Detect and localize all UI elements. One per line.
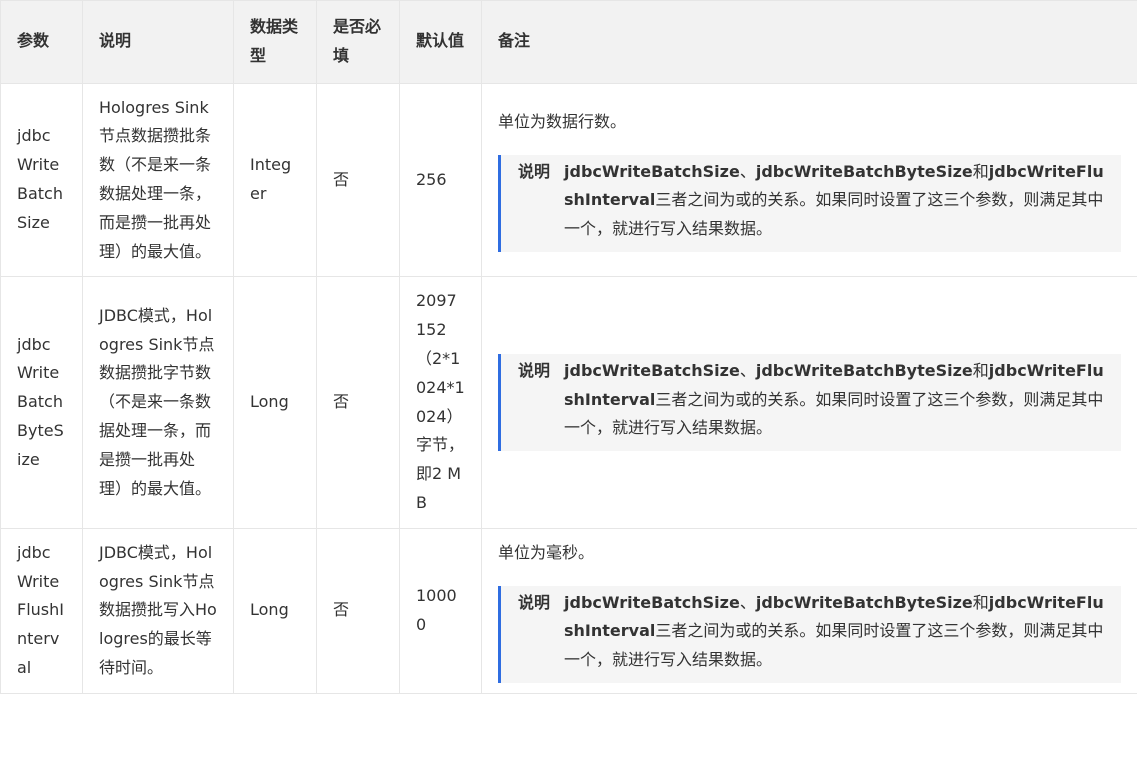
cell-description: JDBC模式，Hologres Sink节点数据攒批字节数（不是来一条数据处理一… [82, 276, 234, 529]
parameters-table: 参数 说明 数据类型 是否必填 默认值 备注 jdbcWriteBatchSiz… [0, 0, 1137, 694]
note-body: jdbcWriteBatchSize、jdbcWriteBatchByteSiz… [564, 158, 1105, 244]
cell-default: 10000 [399, 527, 482, 694]
table-row: jdbcWriteBatchSize Hologres Sink节点数据攒批条数… [0, 82, 1137, 278]
note-box: 说明 jdbcWriteBatchSize、jdbcWriteBatchByte… [498, 353, 1121, 452]
table-row: jdbcWriteFlushInterval JDBC模式，Hologres S… [0, 527, 1137, 694]
note-separator: 、 [739, 360, 756, 380]
cell-remark: 单位为数据行数。 说明 jdbcWriteBatchSize、jdbcWrite… [481, 82, 1137, 278]
header-param: 参数 [0, 0, 83, 84]
cell-default: 256 [399, 82, 482, 278]
note-box: 说明 jdbcWriteBatchSize、jdbcWriteBatchByte… [498, 154, 1121, 253]
note-separator: 和 [972, 360, 989, 380]
note-label: 说明 [518, 161, 551, 181]
remark-text: 单位为数据行数。 [498, 111, 627, 131]
note-body: jdbcWriteBatchSize、jdbcWriteBatchByteSiz… [564, 357, 1105, 443]
note-label: 说明 [518, 592, 551, 612]
cell-required: 否 [316, 276, 400, 529]
cell-param: jdbcWriteFlushInterval [0, 527, 83, 694]
header-required: 是否必填 [316, 0, 400, 84]
note-term: jdbcWriteBatchSize [564, 161, 740, 181]
cell-description: JDBC模式，Hologres Sink节点数据攒批写入Hologres的最长等… [82, 527, 234, 694]
cell-param: jdbcWriteBatchSize [0, 82, 83, 278]
note-separator: 和 [972, 161, 989, 181]
table-header-row: 参数 说明 数据类型 是否必填 默认值 备注 [0, 0, 1137, 84]
cell-required: 否 [316, 82, 400, 278]
note-body: jdbcWriteBatchSize、jdbcWriteBatchByteSiz… [564, 589, 1105, 675]
cell-param: jdbcWriteBatchByteSize [0, 276, 83, 529]
cell-data-type: Long [233, 527, 317, 694]
cell-description: Hologres Sink节点数据攒批条数（不是来一条数据处理一条，而是攒一批再… [82, 82, 234, 278]
note-term: jdbcWriteBatchByteSize [755, 592, 973, 612]
note-separator: 、 [739, 161, 756, 181]
header-remark: 备注 [481, 0, 1137, 84]
note-separator: 和 [972, 592, 989, 612]
header-default: 默认值 [399, 0, 482, 84]
cell-default: 2097152（2*1024*1024）字节，即2 MB [399, 276, 482, 529]
note-box: 说明 jdbcWriteBatchSize、jdbcWriteBatchByte… [498, 585, 1121, 683]
table-row: jdbcWriteBatchByteSize JDBC模式，Hologres S… [0, 276, 1137, 529]
note-separator: 、 [739, 592, 756, 612]
note-label: 说明 [518, 360, 551, 380]
note-term: jdbcWriteBatchSize [564, 592, 740, 612]
note-term: jdbcWriteBatchByteSize [755, 360, 973, 380]
remark-text: 单位为毫秒。 [498, 542, 595, 562]
header-data-type: 数据类型 [233, 0, 317, 84]
note-term: jdbcWriteBatchSize [564, 360, 740, 380]
header-description: 说明 [82, 0, 234, 84]
cell-data-type: Integer [233, 82, 317, 278]
note-term: jdbcWriteBatchByteSize [755, 161, 973, 181]
cell-remark: 说明 jdbcWriteBatchSize、jdbcWriteBatchByte… [481, 276, 1137, 529]
cell-required: 否 [316, 527, 400, 694]
cell-remark: 单位为毫秒。 说明 jdbcWriteBatchSize、jdbcWriteBa… [481, 527, 1137, 694]
cell-data-type: Long [233, 276, 317, 529]
